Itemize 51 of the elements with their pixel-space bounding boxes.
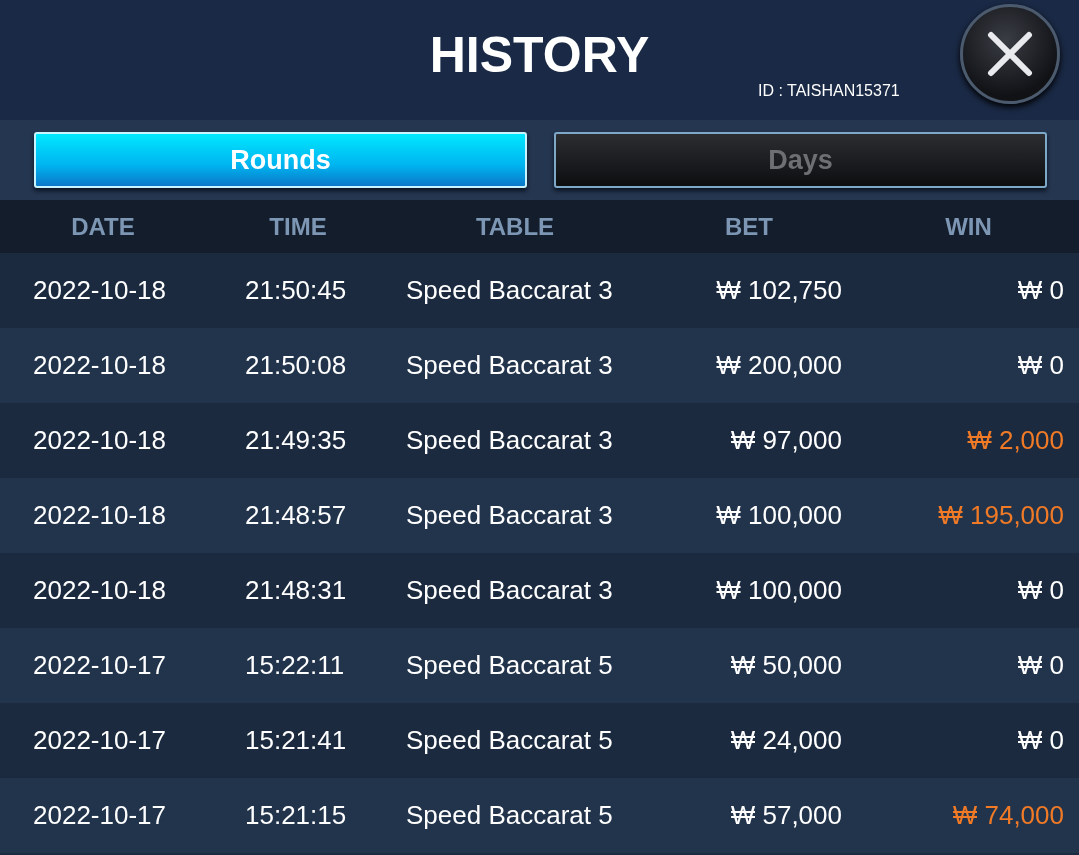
table-cell-text: Speed Baccarat 3 xyxy=(406,500,614,531)
table-cell-text: 2022-10-18 xyxy=(33,275,167,306)
table-cell-text: ₩ 24,000 xyxy=(729,725,842,756)
close-button[interactable] xyxy=(960,4,1060,104)
table-cell-text: Speed Baccarat 3 xyxy=(406,350,614,381)
table-cell-text: 21:48:31 xyxy=(245,575,348,606)
table-cell-text: ₩ 200,000 xyxy=(715,350,842,381)
table-cell-text: ₩ 0 xyxy=(1016,650,1064,681)
table-cell-text: 21:49:35 xyxy=(245,425,348,456)
column-header: DATE xyxy=(70,212,136,241)
table-cell-text: Speed Baccarat 5 xyxy=(406,725,614,756)
table-cell-text: ₩ 97,000 xyxy=(729,425,842,456)
table-cell-text: Speed Baccarat 5 xyxy=(406,650,614,681)
table-cell-text: 2022-10-18 xyxy=(33,425,167,456)
column-header: BET xyxy=(724,212,774,241)
table-cell-text: Speed Baccarat 3 xyxy=(406,275,614,306)
column-header: WIN xyxy=(944,212,993,241)
table-cell-text: 2022-10-17 xyxy=(33,800,167,831)
tab[interactable]: Rounds xyxy=(34,132,527,188)
table-cell-text: 2022-10-18 xyxy=(33,350,167,381)
table-cell-text: 15:21:41 xyxy=(245,725,348,756)
table-cell-text: ₩ 195,000 xyxy=(937,500,1064,531)
table-cell-text: ₩ 100,000 xyxy=(715,575,842,606)
table-cell-text: 21:50:08 xyxy=(245,350,348,381)
table-cell-text: ₩ 57,000 xyxy=(729,800,842,831)
tab[interactable]: Days xyxy=(554,132,1047,188)
table-cell-text: 21:48:57 xyxy=(245,500,348,531)
table-cell-text: 2022-10-18 xyxy=(33,500,167,531)
table-cell-text: Speed Baccarat 5 xyxy=(406,800,614,831)
table-cell-text: 15:22:11 xyxy=(245,650,346,681)
column-header: TABLE xyxy=(474,212,556,241)
table-cell-text: 15:21:15 xyxy=(245,800,348,831)
table-cell-text: ₩ 0 xyxy=(1016,575,1064,606)
table-cell-text: 21:50:45 xyxy=(245,275,348,306)
table-cell-text: ₩ 0 xyxy=(1016,275,1064,306)
table-cell-text: ₩ 2,000 xyxy=(966,425,1064,456)
table-cell-text: ₩ 50,000 xyxy=(729,650,842,681)
table-cell-text: 2022-10-18 xyxy=(33,575,167,606)
window-title: HISTORY xyxy=(429,27,650,83)
close-icon xyxy=(985,29,1035,79)
table-cell-text: 2022-10-17 xyxy=(33,725,167,756)
table-cell-text: ₩ 0 xyxy=(1016,350,1064,381)
table-cell-text: ₩ 102,750 xyxy=(715,275,842,306)
column-header: TIME xyxy=(268,212,328,241)
table-cell-text: 2022-10-17 xyxy=(33,650,167,681)
table-cell-text: ₩ 74,000 xyxy=(951,800,1064,831)
table-cell-text: Speed Baccarat 3 xyxy=(406,425,614,456)
user-id: ID : TAISHAN15371 xyxy=(758,82,900,100)
table-cell-text: ₩ 100,000 xyxy=(715,500,842,531)
table-cell-text: ₩ 0 xyxy=(1016,725,1064,756)
table-cell-text: Speed Baccarat 3 xyxy=(406,575,614,606)
